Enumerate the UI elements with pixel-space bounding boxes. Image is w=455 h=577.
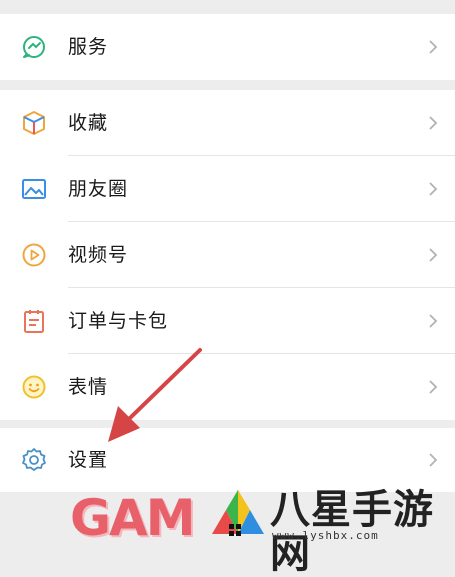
menu-item-moments[interactable]: 朋友圈 (0, 156, 455, 222)
menu-item-orders-cards[interactable]: 订单与卡包 (0, 288, 455, 354)
settings-group: 设置 (0, 428, 455, 492)
gear-icon (20, 446, 48, 474)
menu-item-label: 设置 (68, 449, 109, 471)
chevron-right-icon (426, 181, 440, 197)
stickers-smile-icon (20, 373, 48, 401)
channels-play-icon (20, 241, 48, 269)
chevron-right-icon (426, 247, 440, 263)
chevron-right-icon (426, 313, 440, 329)
menu-item-label: 表情 (68, 376, 109, 398)
menu-item-label: 视频号 (68, 244, 129, 266)
menu-item-channels[interactable]: 视频号 (0, 222, 455, 288)
menu-item-services[interactable]: 服务 (0, 14, 455, 80)
services-icon (20, 33, 48, 61)
chevron-right-icon (426, 115, 440, 131)
services-group: 服务 (0, 14, 455, 80)
menu-item-favorites[interactable]: 收藏 (0, 90, 455, 156)
moments-image-icon (20, 175, 48, 203)
main-menu-group: 收藏 朋友圈 视频号 订单与卡包 表情 (0, 90, 455, 420)
chevron-right-icon (426, 452, 440, 468)
chevron-right-icon (426, 379, 440, 395)
watermark-game-text: GAM (70, 489, 195, 547)
favorites-cube-icon (20, 109, 48, 137)
orders-cards-icon (20, 307, 48, 335)
menu-item-label: 服务 (68, 36, 109, 58)
chevron-right-icon (426, 39, 440, 55)
watermark-url: www.lyshbx.com (272, 529, 379, 542)
menu-item-label: 收藏 (68, 112, 109, 134)
menu-item-settings[interactable]: 设置 (0, 428, 455, 492)
menu-item-label: 朋友圈 (68, 178, 129, 200)
menu-item-label: 订单与卡包 (68, 310, 169, 332)
menu-item-stickers[interactable]: 表情 (0, 354, 455, 420)
